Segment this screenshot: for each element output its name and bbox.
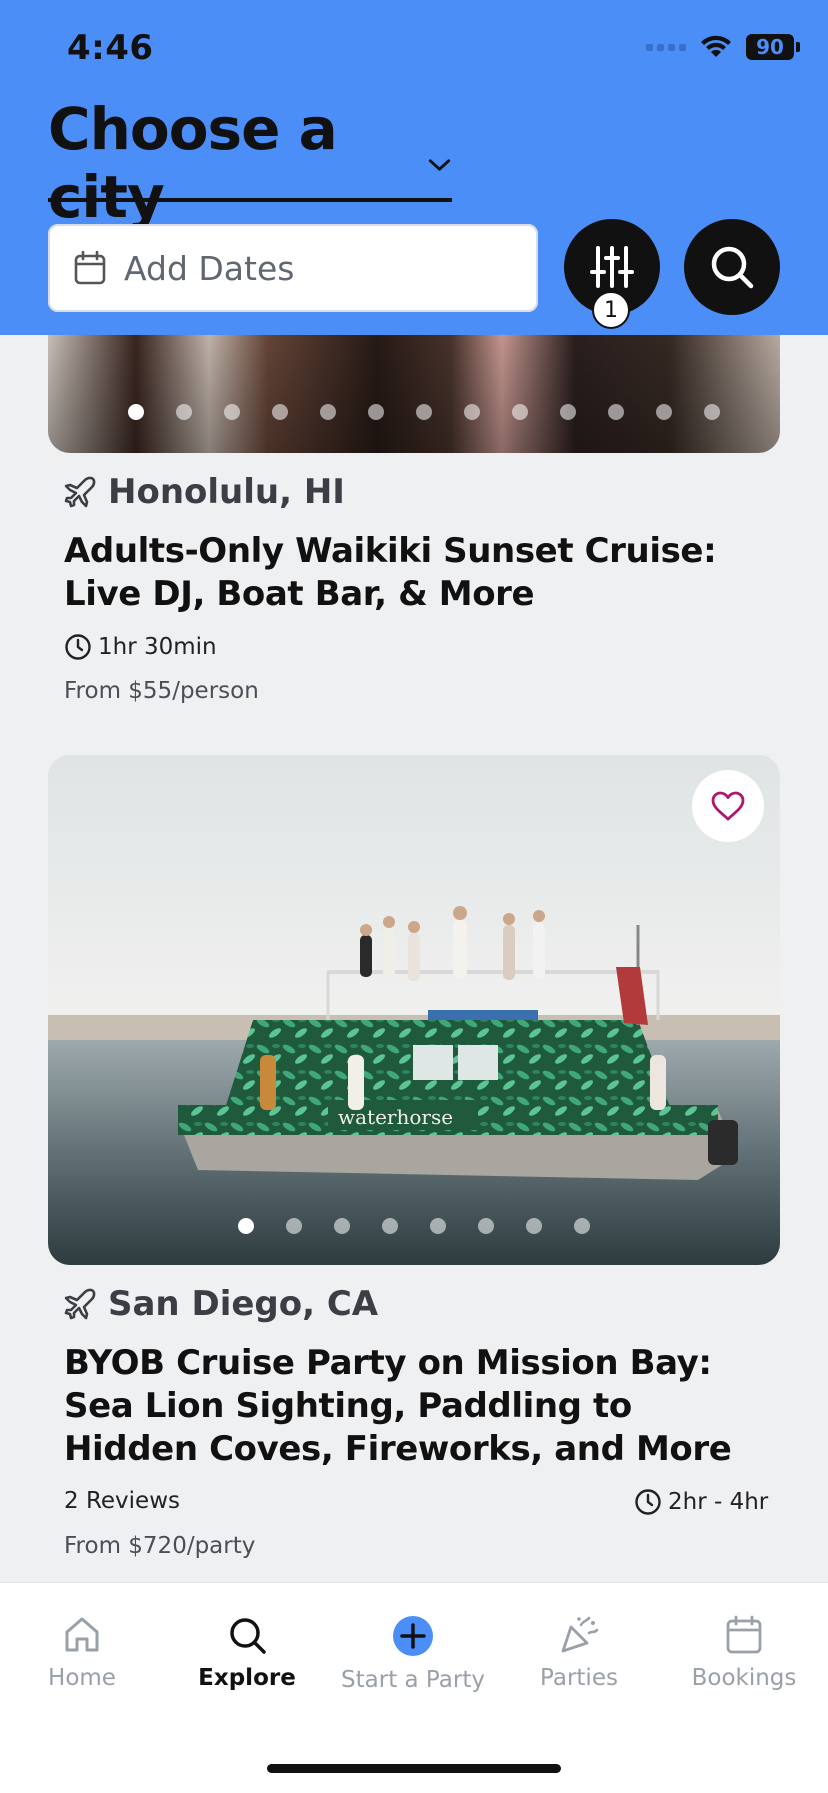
carousel-dot[interactable] — [416, 404, 432, 420]
carousel-dot[interactable] — [286, 1218, 302, 1234]
header: 4:46 90 Choose a city Add Dates 1 — [0, 0, 828, 335]
carousel-dot[interactable] — [526, 1218, 542, 1234]
calendar-icon — [74, 251, 106, 285]
plane-icon — [64, 476, 96, 508]
duration-label: 1hr 30min — [98, 634, 217, 660]
status-icons: 90 — [646, 34, 800, 60]
carousel-dot[interactable] — [430, 1218, 446, 1234]
listing-duration: 2hr - 4hr — [634, 1488, 768, 1516]
listing-duration: 1hr 30min — [64, 633, 217, 661]
boat-photo: waterhorse — [48, 755, 780, 1265]
image-carousel-dots — [238, 1218, 590, 1234]
listing-image[interactable]: waterhorse — [48, 755, 780, 1265]
listing-title[interactable]: Adults-Only Waikiki Sunset Cruise: Live … — [64, 530, 774, 616]
tab-label: Bookings — [691, 1665, 797, 1691]
add-dates-field[interactable]: Add Dates — [48, 224, 538, 312]
home-indicator — [267, 1764, 561, 1773]
listing-price: From $720/party — [64, 1533, 256, 1559]
status-time: 4:46 — [67, 28, 154, 68]
carousel-dot[interactable] — [320, 404, 336, 420]
carousel-dot[interactable] — [334, 1218, 350, 1234]
tab-bar: Home Explore Start a Party Parties Booki… — [0, 1582, 828, 1793]
tab-start-a-party[interactable]: Start a Party — [328, 1615, 498, 1693]
add-dates-placeholder: Add Dates — [124, 248, 295, 288]
city-selector[interactable]: Choose a city — [48, 95, 452, 231]
battery-icon: 90 — [746, 34, 800, 60]
carousel-dot[interactable] — [560, 404, 576, 420]
city-title: Choose a city — [48, 95, 338, 231]
home-icon — [65, 1617, 99, 1652]
battery-level: 90 — [756, 35, 784, 59]
carousel-dot[interactable] — [512, 404, 528, 420]
carousel-dot[interactable] — [224, 404, 240, 420]
carousel-dot[interactable] — [272, 404, 288, 420]
signal-icon — [646, 43, 686, 51]
sliders-icon — [590, 246, 634, 288]
carousel-dot[interactable] — [382, 1218, 398, 1234]
listing-price: From $55/person — [64, 678, 259, 704]
reviews-label: 2 Reviews — [64, 1488, 180, 1514]
carousel-dot[interactable] — [608, 404, 624, 420]
plane-icon — [64, 1288, 96, 1320]
favorite-button[interactable] — [692, 770, 764, 842]
tab-explore[interactable]: Explore — [162, 1615, 332, 1691]
carousel-dot[interactable] — [478, 1218, 494, 1234]
search-icon — [711, 246, 754, 289]
tab-bookings[interactable]: Bookings — [659, 1615, 828, 1691]
carousel-dot[interactable] — [176, 404, 192, 420]
chevron-down-icon — [428, 159, 451, 171]
search-icon — [230, 1618, 266, 1654]
listing-location: Honolulu, HI — [64, 472, 345, 512]
plus-circle-icon — [393, 1616, 433, 1656]
clock-icon — [65, 634, 91, 660]
tab-label: Home — [48, 1665, 116, 1691]
filter-count-badge: 1 — [592, 291, 630, 329]
clock-icon — [635, 1489, 661, 1515]
location-label: San Diego, CA — [108, 1284, 379, 1324]
carousel-dot[interactable] — [368, 404, 384, 420]
carousel-dot[interactable] — [238, 1218, 254, 1234]
party-popper-icon — [561, 1616, 599, 1653]
listing-title[interactable]: BYOB Cruise Party on Mission Bay: Sea Li… — [64, 1342, 774, 1471]
location-label: Honolulu, HI — [108, 472, 345, 512]
calendar-icon — [726, 1615, 762, 1654]
carousel-dot[interactable] — [464, 404, 480, 420]
listing-location: San Diego, CA — [64, 1284, 378, 1324]
tab-label: Start a Party — [341, 1667, 485, 1693]
tab-parties[interactable]: Parties — [494, 1615, 664, 1691]
carousel-dot[interactable] — [574, 1218, 590, 1234]
tab-home[interactable]: Home — [0, 1615, 167, 1691]
carousel-dot[interactable] — [656, 404, 672, 420]
heart-icon — [711, 791, 745, 821]
carousel-dot[interactable] — [128, 404, 144, 420]
carousel-dot[interactable] — [704, 404, 720, 420]
search-button[interactable] — [684, 219, 780, 315]
image-carousel-dots — [128, 404, 720, 420]
tab-label: Parties — [540, 1665, 618, 1691]
wifi-icon — [701, 35, 731, 57]
tab-label: Explore — [198, 1665, 296, 1691]
duration-label: 2hr - 4hr — [668, 1489, 769, 1515]
listing-reviews[interactable]: 2 Reviews — [64, 1488, 180, 1514]
